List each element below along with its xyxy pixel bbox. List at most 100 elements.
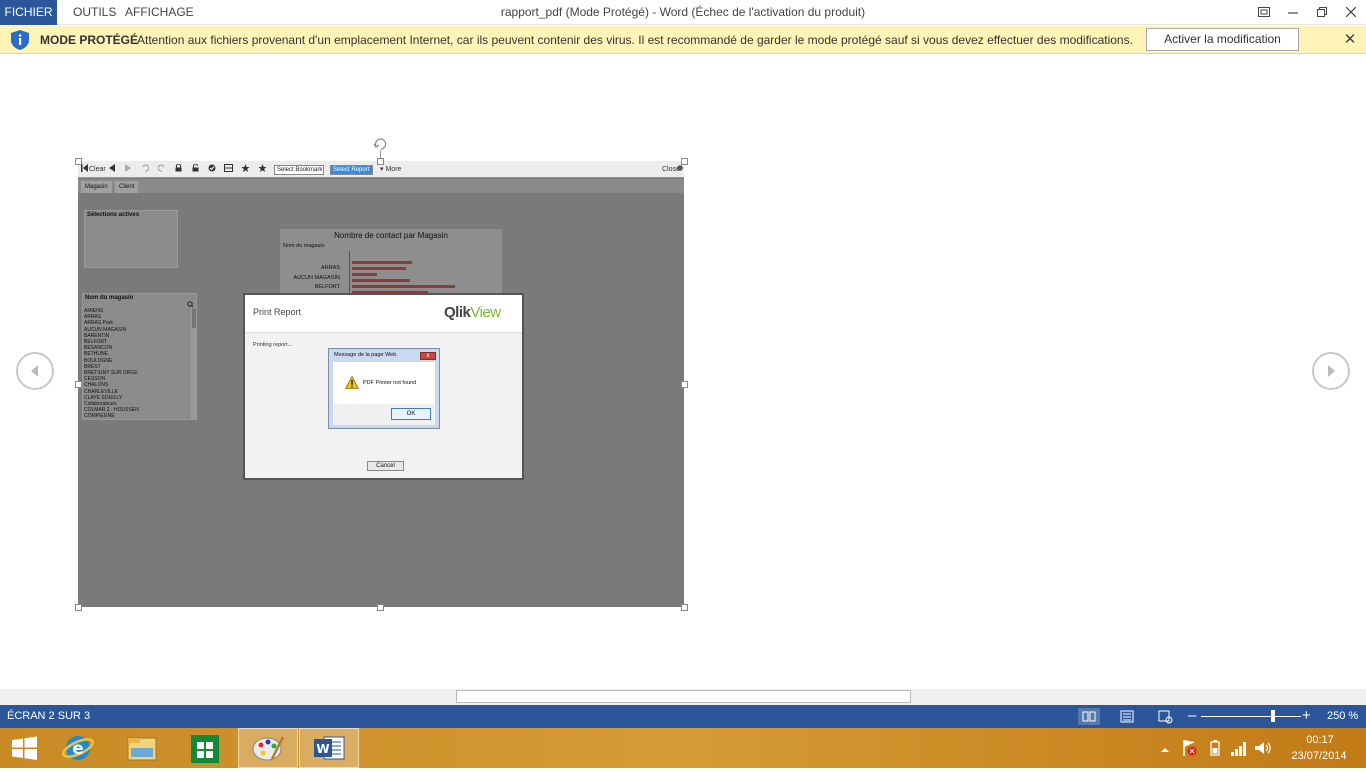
file-explorer-icon[interactable]: [112, 728, 172, 768]
zoom-out-button[interactable]: –: [1188, 705, 1196, 727]
tab-fichier[interactable]: FICHIER: [0, 0, 57, 25]
shield-info-icon: [9, 29, 31, 51]
logo-suffix: View: [470, 304, 501, 321]
battery-icon[interactable]: [1207, 739, 1223, 762]
store-list: AMIENS ARRAS ARRAS Park AUCUN MAGASIN BARENT…: [84, 308, 184, 420]
resize-handle[interactable]: [377, 604, 384, 611]
chart-bar: [352, 273, 377, 276]
qlikview-sheet-tabs: Magasin Client: [78, 179, 684, 193]
clear-button[interactable]: Clear: [89, 164, 106, 175]
internet-explorer-icon[interactable]: e: [48, 728, 108, 768]
warning-icon: [344, 375, 360, 394]
lock-icon[interactable]: [175, 163, 182, 176]
sheet-tab-client[interactable]: Client: [115, 181, 139, 193]
taskbar: e W 00:17 23/07/2014: [0, 728, 1366, 768]
select-report-dropdown[interactable]: Select Report: [330, 165, 373, 175]
sheet-tab-magasin[interactable]: Magasin: [81, 181, 112, 193]
title-bar: rapport_pdf (Mode Protégé) - Word (Échec…: [0, 0, 1366, 25]
ok-button[interactable]: OK: [391, 408, 431, 420]
zoom-slider-thumb[interactable]: [1271, 710, 1275, 722]
resize-handle[interactable]: [75, 381, 82, 388]
star-icon[interactable]: [258, 164, 267, 176]
show-hidden-icons-icon[interactable]: [1160, 742, 1170, 760]
resize-handle[interactable]: [75, 604, 82, 611]
redo-icon[interactable]: [157, 164, 166, 176]
resize-handle[interactable]: [377, 158, 384, 165]
store-list-scroll-thumb[interactable]: [192, 308, 196, 328]
resize-handle[interactable]: [681, 381, 688, 388]
chart-bar: [352, 285, 455, 288]
close-window-icon[interactable]: [1337, 0, 1365, 25]
tab-outils[interactable]: OUTILS: [73, 0, 116, 25]
printing-status: Printing report...: [253, 342, 293, 348]
forward-icon[interactable]: [125, 164, 131, 176]
read-mode-icon[interactable]: [1078, 708, 1100, 725]
word-icon[interactable]: W: [299, 728, 359, 768]
chevron-left-icon: [31, 365, 38, 377]
resize-handle[interactable]: [681, 158, 688, 165]
active-selections-panel: Sélections actives: [84, 210, 178, 268]
store-list-title: Nom du magasin: [85, 295, 134, 301]
message-text: PDF Printer not found: [363, 380, 417, 386]
logo-prefix: Qlik: [444, 304, 471, 321]
select-bookmark-dropdown[interactable]: Select Bookmark: [274, 165, 324, 175]
clear-icon[interactable]: [81, 164, 88, 176]
undo-icon[interactable]: [141, 164, 150, 176]
unlock-icon[interactable]: [192, 163, 199, 176]
clock-time[interactable]: 00:17: [1290, 734, 1350, 746]
action-center-icon[interactable]: [1182, 739, 1198, 762]
zoom-slider[interactable]: [1201, 716, 1301, 717]
next-screen-button[interactable]: [1312, 352, 1350, 390]
previous-screen-button[interactable]: [16, 352, 54, 390]
chart-category-label: BELFORT: [314, 284, 340, 290]
message-dialog-footer: OK: [333, 404, 435, 425]
status-bar: ÉCRAN 2 SUR 3 – + 250 %: [0, 705, 1366, 728]
message-dialog-title: Message de la page Web: [334, 352, 397, 358]
store-list-scrollbar[interactable]: [191, 307, 197, 419]
zoom-level[interactable]: 250 %: [1327, 705, 1358, 728]
screen-indicator: ÉCRAN 2 SUR 3: [7, 710, 91, 722]
paint-icon[interactable]: [238, 728, 298, 768]
web-layout-icon[interactable]: [1154, 708, 1176, 725]
bookmark-add-icon[interactable]: [241, 164, 250, 176]
zoom-in-button[interactable]: +: [1302, 705, 1311, 727]
cancel-button[interactable]: Cancel: [367, 461, 404, 471]
chart-bar: [352, 267, 406, 270]
chart-category-label: ARRAS: [321, 265, 340, 271]
horizontal-scrollbar[interactable]: [0, 689, 1366, 705]
back-icon[interactable]: [109, 164, 115, 176]
clock-date[interactable]: 23/07/2014: [1283, 750, 1355, 762]
check-icon[interactable]: [208, 164, 216, 176]
svg-text:e: e: [72, 739, 84, 759]
resize-handle[interactable]: [681, 604, 688, 611]
web-message-dialog: Message de la page Web x PDF Printer not…: [328, 348, 440, 429]
table-icon[interactable]: [224, 164, 233, 176]
close-icon[interactable]: ✕: [1340, 26, 1360, 54]
print-report-title: Print Report: [253, 307, 302, 317]
print-layout-icon[interactable]: [1116, 708, 1138, 725]
store-list-box[interactable]: Nom du magasin AMIENS ARRAS ARRAS Park AUCU…: [82, 293, 197, 420]
contact-chart: Nombre de contact par Magasin Nom du mag…: [280, 229, 502, 299]
resize-handle[interactable]: [75, 158, 82, 165]
more-label: More: [385, 166, 402, 173]
chart-bar: [352, 279, 410, 282]
restore-icon[interactable]: [1308, 0, 1336, 25]
window-title: rapport_pdf (Mode Protégé) - Word (Échec…: [500, 5, 866, 19]
more-button[interactable]: ▾ More: [380, 164, 401, 175]
fullscreen-icon[interactable]: [1250, 0, 1278, 25]
horizontal-scroll-thumb[interactable]: [456, 690, 911, 703]
network-signal-icon[interactable]: [1230, 739, 1248, 762]
chart-bar: [352, 261, 412, 264]
store-list-item[interactable]: COMPIEGNE: [84, 413, 184, 419]
close-circle-icon[interactable]: [677, 164, 683, 176]
qlikview-logo: QlikView: [444, 304, 501, 321]
minimize-icon[interactable]: [1279, 0, 1307, 25]
protected-view-bar: MODE PROTÉGÉ Attention aux fichiers prov…: [0, 26, 1366, 54]
store-icon[interactable]: [175, 728, 235, 768]
enable-editing-button[interactable]: Activer la modification: [1146, 28, 1299, 51]
tab-affichage[interactable]: AFFICHAGE: [125, 0, 194, 25]
print-report-header: Print Report QlikView: [245, 295, 522, 333]
volume-icon[interactable]: [1254, 739, 1272, 762]
svg-text:W: W: [316, 742, 329, 756]
message-close-button[interactable]: x: [420, 352, 436, 360]
